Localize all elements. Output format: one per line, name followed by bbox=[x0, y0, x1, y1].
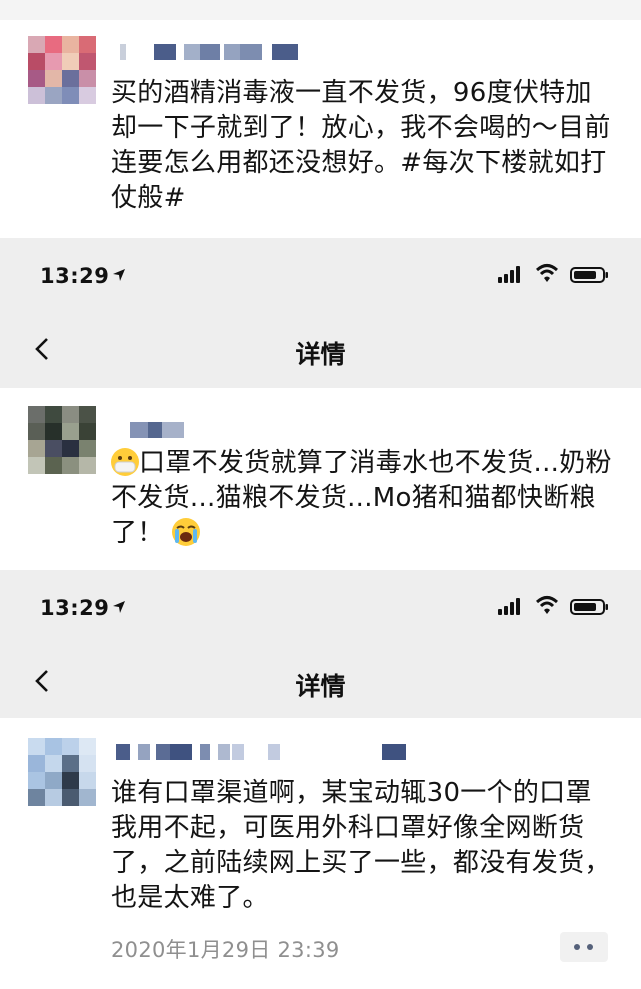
signal-icon bbox=[498, 266, 520, 283]
status-bar: 13:29 bbox=[0, 588, 641, 632]
mask-face-emoji bbox=[111, 448, 139, 476]
post-1: 买的酒精消毒液一直不发货，96度伏特加却一下子就到了！放心，我不会喝的～目前连要… bbox=[0, 0, 641, 236]
blurred-username[interactable] bbox=[116, 744, 406, 760]
screen-header-1: 13:29 详情 bbox=[0, 238, 641, 388]
battery-icon bbox=[570, 599, 608, 615]
avatar[interactable] bbox=[28, 36, 96, 104]
location-arrow-icon bbox=[113, 269, 125, 281]
page-title: 详情 bbox=[295, 672, 346, 701]
post-2: 口罩不发货就算了消毒水也不发货...奶粉不发货...猫粮不发货...Mo猪和猫都… bbox=[0, 390, 641, 570]
avatar[interactable] bbox=[28, 738, 96, 806]
more-button[interactable] bbox=[560, 932, 608, 962]
status-bar: 13:29 bbox=[0, 256, 641, 300]
crying-face-emoji bbox=[172, 518, 201, 546]
wifi-icon bbox=[536, 596, 558, 614]
top-strip bbox=[0, 0, 641, 20]
post-3: 谁有口罩渠道啊，某宝动辄30一个的口罩我用不起，可医用外科口罩好像全网断货了，之… bbox=[0, 718, 641, 989]
post-text: 买的酒精消毒液一直不发货，96度伏特加却一下子就到了！放心，我不会喝的～目前连要… bbox=[111, 78, 611, 213]
screen-header-2: 13:29 详情 bbox=[0, 570, 641, 718]
nav-bar: 详情 bbox=[0, 321, 641, 377]
blurred-username[interactable] bbox=[130, 422, 190, 438]
blurred-username[interactable] bbox=[120, 44, 300, 60]
location-arrow-icon bbox=[113, 601, 125, 613]
battery-icon bbox=[570, 267, 608, 283]
post-text: 谁有口罩渠道啊，某宝动辄30一个的口罩我用不起，可医用外科口罩好像全网断货了，之… bbox=[111, 778, 611, 913]
status-time: 13:29 bbox=[40, 264, 110, 288]
post-timestamp: 2020年1月29日 23:39 bbox=[111, 938, 340, 962]
nav-bar: 详情 bbox=[0, 653, 641, 709]
signal-icon bbox=[498, 598, 520, 615]
wifi-icon bbox=[536, 264, 558, 282]
page-title: 详情 bbox=[295, 340, 346, 369]
status-time: 13:29 bbox=[40, 596, 110, 620]
avatar[interactable] bbox=[28, 406, 96, 474]
post-text: 口罩不发货就算了消毒水也不发货...奶粉不发货...猫粮不发货...Mo猪和猫都… bbox=[111, 446, 616, 551]
